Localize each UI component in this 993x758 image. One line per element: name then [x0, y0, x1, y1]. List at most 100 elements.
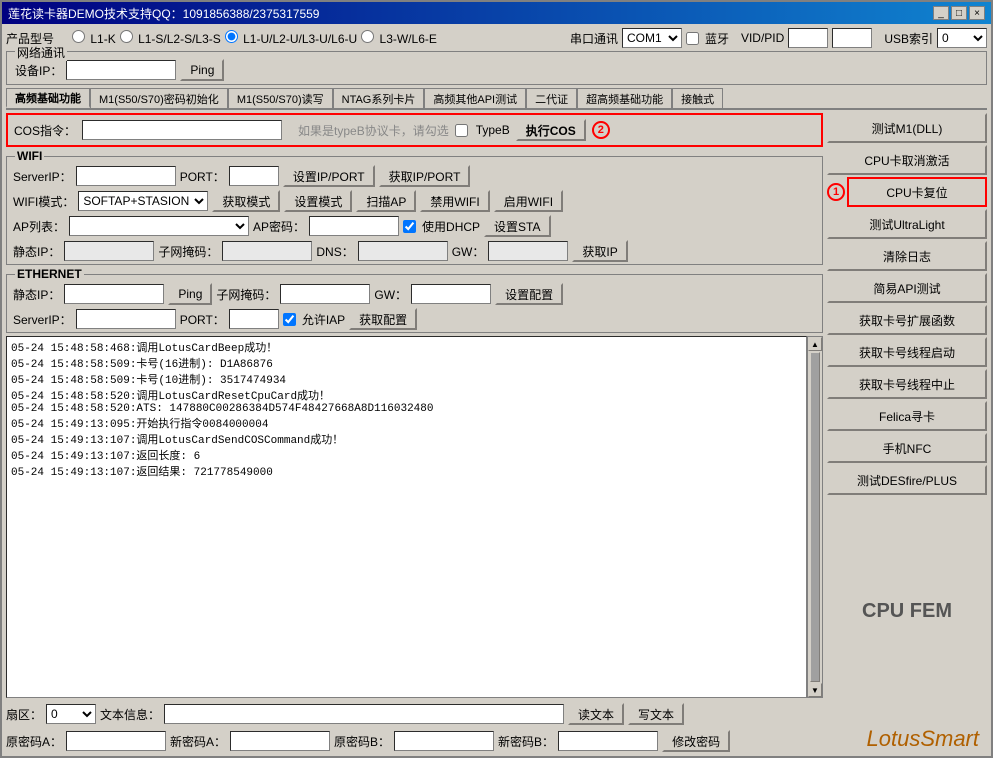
com-port-select[interactable]: COM1 — [622, 28, 682, 48]
allow-iap-checkbox[interactable] — [283, 313, 296, 326]
static-ip-label: 静态IP： — [13, 243, 60, 260]
subnet-input[interactable]: 255.255.255.0 — [222, 241, 312, 261]
cpu_deactivate-button[interactable]: CPU卡取消激活 — [827, 145, 987, 175]
enable-wifi-button[interactable]: 启用WIFI — [494, 190, 563, 212]
felica_search-button[interactable]: Felica寻卡 — [827, 401, 987, 431]
text-info-input[interactable] — [164, 704, 564, 724]
eth-gw-input[interactable]: 192.168.1.1 — [411, 284, 491, 304]
eth-subnet-input[interactable]: 255.255.255.0 — [280, 284, 370, 304]
pwd-a-input[interactable]: FFFFFFFFFFFF — [66, 731, 166, 751]
new-pwd-b-input[interactable]: FFFFFFFFFFFF — [558, 731, 658, 751]
new-pwd-a-input[interactable]: FFFFFFFFFFFF — [230, 731, 330, 751]
gw-input[interactable]: 192.168.1.1 — [488, 241, 568, 261]
radio-l1u[interactable]: L1-U/L2-U/L3-U/L6-U — [225, 30, 357, 46]
device-ip-input[interactable]: 192.168.4.1 — [66, 60, 176, 80]
tab-hf-other[interactable]: 高频其他API测试 — [424, 88, 526, 108]
ping-button[interactable]: Ping — [180, 59, 224, 81]
radio-l3w-input[interactable] — [361, 30, 374, 43]
wifi-mode-select[interactable]: SOFTAP+STASION — [78, 191, 208, 211]
test_ultralight-button[interactable]: 测试UltraLight — [827, 209, 987, 239]
eth-gw-label: GW： — [374, 286, 407, 303]
get-mode-button[interactable]: 获取模式 — [212, 190, 280, 212]
log-scrollbar[interactable]: ▲ ▼ — [807, 336, 823, 698]
new-pwd-b-label: 新密码B： — [498, 733, 554, 750]
eth-server-ip-label: ServerIP： — [13, 311, 72, 328]
bluetooth-checkbox[interactable] — [686, 32, 699, 45]
tab-ultra-hf[interactable]: 超高频基础功能 — [577, 88, 672, 108]
cpu_reset-button[interactable]: CPU卡复位 — [847, 177, 987, 207]
cos-input[interactable]: 0084000004 — [82, 120, 282, 140]
tab-m1-init[interactable]: M1(S50/S70)密码初始化 — [90, 88, 228, 108]
radio-l3w[interactable]: L3-W/L6-E — [361, 30, 437, 46]
close-button[interactable]: × — [969, 6, 985, 20]
static-ip-input[interactable]: 192.168.1.40 — [64, 241, 154, 261]
radio-l1u-input[interactable] — [225, 30, 238, 43]
tab-id2[interactable]: 二代证 — [526, 88, 577, 108]
eth-subnet-label: 子网掩码： — [216, 286, 276, 303]
modify-pwd-button[interactable]: 修改密码 — [662, 730, 730, 752]
radio-l1k[interactable]: L1-K — [72, 30, 116, 46]
log-area[interactable]: 05-24 15:48:58:468:调用LotusCardBeep成功！ 05-… — [6, 336, 807, 698]
get-ip-port-button[interactable]: 获取IP/PORT — [379, 165, 471, 187]
execute-cos-button[interactable]: 执行COS — [516, 119, 586, 141]
ap-pwd-input[interactable]: 1234567890 — [309, 216, 399, 236]
usb-index-select[interactable]: 0 — [937, 28, 987, 48]
log-line: 05-24 15:49:13:107:调用LotusCardSendCOSCom… — [11, 431, 802, 447]
wifi-server-ip-label: ServerIP： — [13, 168, 72, 185]
read-text-button[interactable]: 读文本 — [568, 703, 624, 725]
vid-input[interactable]: 0 — [788, 28, 828, 48]
pwd-a-label: 原密码A： — [6, 733, 62, 750]
eth-server-ip-input[interactable]: 192.168.1.10 — [76, 309, 176, 329]
tab-ntag[interactable]: NTAG系列卡片 — [333, 88, 425, 108]
radio-l1sl2sl3s-input[interactable] — [120, 30, 133, 43]
tab-hf-basic[interactable]: 高频基础功能 — [6, 88, 90, 108]
wifi-port-label: PORT： — [180, 168, 225, 185]
write-text-button[interactable]: 写文本 — [628, 703, 684, 725]
radio-l1k-input[interactable] — [72, 30, 85, 43]
set-config-button[interactable]: 设置配置 — [495, 283, 563, 305]
typeb-checkbox[interactable] — [455, 124, 468, 137]
eth-static-ip-input[interactable]: 192.168.1.252 — [64, 284, 164, 304]
log-line: 05-24 15:49:13:107:返回长度: 6 — [11, 447, 802, 463]
disable-wifi-button[interactable]: 禁用WIFI — [420, 190, 489, 212]
radio-l1sl2sl3s[interactable]: L1-S/L2-S/L3-S — [120, 30, 221, 46]
pid-input[interactable]: 0 — [832, 28, 872, 48]
ap-list-select[interactable] — [69, 216, 249, 236]
scroll-up-button[interactable]: ▲ — [808, 337, 822, 351]
clear_log-button[interactable]: 清除日志 — [827, 241, 987, 271]
set-ip-port-button[interactable]: 设置IP/PORT — [283, 165, 375, 187]
get-config-button[interactable]: 获取配置 — [349, 308, 417, 330]
log-line: 05-24 15:48:58:520:调用LotusCardResetCpuCa… — [11, 387, 802, 403]
log-line: 05-24 15:48:58:468:调用LotusCardBeep成功！ — [11, 339, 802, 355]
ethernet-section: ETHERNET 静态IP： 192.168.1.252 Ping 子网掩码： … — [6, 274, 823, 333]
log-wrapper: 05-24 15:48:58:468:调用LotusCardBeep成功！ 05-… — [6, 336, 823, 698]
use-dhcp-checkbox[interactable] — [403, 220, 416, 233]
wifi-port-input[interactable]: 7777 — [229, 166, 279, 186]
test_m1-button[interactable]: 测试M1(DLL) — [827, 113, 987, 143]
phone_nfc-button[interactable]: 手机NFC — [827, 433, 987, 463]
sector-select[interactable]: 0 — [46, 704, 96, 724]
network-label: 网络通讯 — [15, 44, 67, 61]
eth-ping-button[interactable]: Ping — [168, 283, 212, 305]
simple_api-button[interactable]: 简易API测试 — [827, 273, 987, 303]
tab-touch[interactable]: 接触式 — [672, 88, 723, 108]
set-mode-button[interactable]: 设置模式 — [284, 190, 352, 212]
pwd-b-input[interactable]: FFFFFFFFFFFF — [394, 731, 494, 751]
minimize-button[interactable]: _ — [933, 6, 949, 20]
scan-ap-button[interactable]: 扫描AP — [356, 190, 416, 212]
wifi-server-ip-input[interactable]: 192.168.1.10 — [76, 166, 176, 186]
get_card_thread_stop-button[interactable]: 获取卡号线程中止 — [827, 369, 987, 399]
scrollbar-thumb[interactable] — [810, 352, 820, 682]
network-group: 网络通讯 设备IP： 192.168.4.1 Ping — [6, 51, 987, 85]
test_desfire-button[interactable]: 测试DESfire/PLUS — [827, 465, 987, 495]
scroll-down-button[interactable]: ▼ — [808, 683, 822, 697]
eth-port-input[interactable]: 7777 — [229, 309, 279, 329]
dns-input[interactable]: 61.128.128.68 — [358, 241, 448, 261]
dns-label: DNS： — [316, 243, 353, 260]
get_card_ext-button[interactable]: 获取卡号扩展函数 — [827, 305, 987, 335]
get_card_thread_start-button[interactable]: 获取卡号线程启动 — [827, 337, 987, 367]
tab-m1-read[interactable]: M1(S50/S70)读写 — [228, 88, 333, 108]
get-ip-button[interactable]: 获取IP — [572, 240, 627, 262]
set-sta-button[interactable]: 设置STA — [484, 215, 550, 237]
maximize-button[interactable]: □ — [951, 6, 967, 20]
